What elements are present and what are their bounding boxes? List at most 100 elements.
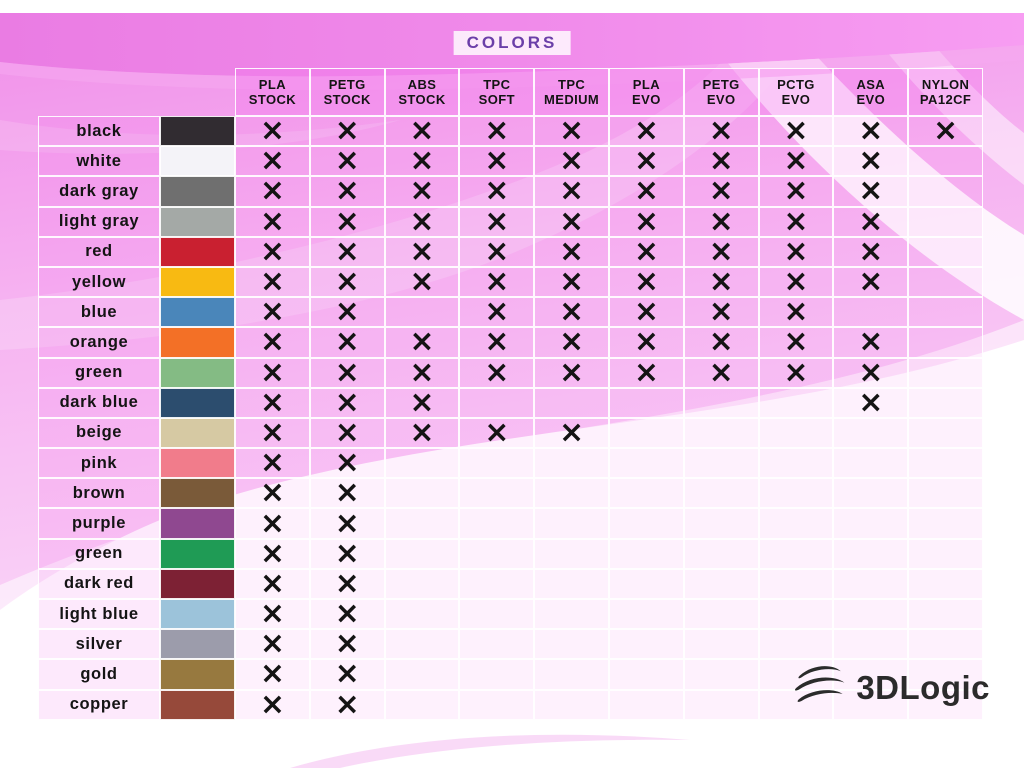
availability-cell	[759, 388, 834, 418]
availability-cell	[459, 478, 534, 508]
availability-cell	[908, 146, 983, 176]
availability-cell: ×	[833, 327, 908, 357]
column-header-line: STOCK	[324, 92, 371, 107]
availability-cell: ×	[310, 267, 385, 297]
color-swatch-brown	[160, 478, 235, 508]
color-swatch-copper	[160, 690, 235, 720]
availability-cell	[459, 508, 534, 538]
availability-cell: ×	[310, 448, 385, 478]
availability-cell	[833, 569, 908, 599]
availability-cell: ×	[684, 176, 759, 206]
row-label-purple: purple	[38, 508, 160, 538]
availability-cell: ×	[534, 297, 609, 327]
availability-cell: ×	[459, 237, 534, 267]
availability-cell: ×	[310, 599, 385, 629]
availability-cell: ×	[459, 418, 534, 448]
row-label-orange: orange	[38, 327, 160, 357]
availability-cell	[534, 539, 609, 569]
availability-cell: ×	[459, 146, 534, 176]
availability-cell: ×	[235, 297, 310, 327]
availability-cell: ×	[310, 116, 385, 146]
availability-cell: ×	[833, 388, 908, 418]
availability-cell	[908, 478, 983, 508]
availability-cell	[609, 388, 684, 418]
availability-cell: ×	[310, 539, 385, 569]
availability-cell	[609, 569, 684, 599]
column-header-line: SOFT	[479, 92, 515, 107]
column-header-asa-evo: ASAEVO	[833, 68, 908, 116]
row-label-dark-gray: dark gray	[38, 176, 160, 206]
color-swatch-dark-red	[160, 569, 235, 599]
column-header-line: MEDIUM	[544, 92, 599, 107]
availability-cell: ×	[684, 207, 759, 237]
availability-cell: ×	[534, 146, 609, 176]
availability-cell	[609, 418, 684, 448]
availability-cell: ×	[459, 207, 534, 237]
availability-cell: ×	[534, 207, 609, 237]
row-label-copper: copper	[38, 690, 160, 720]
availability-cell: ×	[385, 267, 460, 297]
availability-cell: ×	[235, 599, 310, 629]
availability-cell	[534, 508, 609, 538]
color-availability-table: PLASTOCKPETGSTOCKABSSTOCKTPCSOFTTPCMEDIU…	[38, 68, 983, 720]
availability-cell: ×	[534, 418, 609, 448]
availability-cell	[908, 629, 983, 659]
availability-cell: ×	[534, 237, 609, 267]
availability-cell	[833, 478, 908, 508]
availability-cell	[759, 539, 834, 569]
column-header-abs-stock: ABSSTOCK	[385, 68, 460, 116]
header-spacer-swatch	[160, 68, 235, 116]
availability-cell: ×	[310, 659, 385, 689]
availability-cell: ×	[310, 297, 385, 327]
availability-cell: ×	[684, 267, 759, 297]
availability-cell	[684, 508, 759, 538]
availability-cell: ×	[833, 207, 908, 237]
availability-cell: ×	[759, 176, 834, 206]
availability-cell	[833, 418, 908, 448]
brand-logo: 3DLogic	[791, 662, 990, 712]
availability-cell	[833, 539, 908, 569]
row-label-light-blue: light blue	[38, 599, 160, 629]
row-label-red: red	[38, 237, 160, 267]
availability-cell: ×	[235, 629, 310, 659]
availability-cell	[459, 629, 534, 659]
color-swatch-black	[160, 116, 235, 146]
column-header-line: EVO	[707, 92, 736, 107]
availability-cell: ×	[235, 207, 310, 237]
availability-cell	[459, 599, 534, 629]
availability-cell: ×	[459, 327, 534, 357]
availability-cell: ×	[684, 237, 759, 267]
availability-cell: ×	[759, 358, 834, 388]
page-title: COLORS	[454, 31, 571, 55]
color-swatch-pink	[160, 448, 235, 478]
availability-cell: ×	[684, 116, 759, 146]
availability-cell	[459, 539, 534, 569]
availability-cell	[684, 418, 759, 448]
column-header-tpc-soft: TPCSOFT	[459, 68, 534, 116]
column-header-pla-stock: PLASTOCK	[235, 68, 310, 116]
availability-cell	[759, 569, 834, 599]
column-header-petg-evo: PETGEVO	[684, 68, 759, 116]
color-swatch-red	[160, 237, 235, 267]
availability-cell	[759, 599, 834, 629]
availability-cell	[459, 690, 534, 720]
availability-cell	[684, 388, 759, 418]
color-swatch-orange	[160, 327, 235, 357]
availability-cell	[385, 659, 460, 689]
color-swatch-dark-gray	[160, 176, 235, 206]
availability-cell: ×	[235, 448, 310, 478]
availability-cell: ×	[235, 327, 310, 357]
availability-cell	[459, 448, 534, 478]
column-header-line: EVO	[632, 92, 661, 107]
availability-cell	[609, 599, 684, 629]
row-label-green: green	[38, 358, 160, 388]
row-label-pink: pink	[38, 448, 160, 478]
availability-cell	[684, 599, 759, 629]
availability-cell	[534, 690, 609, 720]
availability-cell: ×	[310, 176, 385, 206]
availability-cell: ×	[235, 176, 310, 206]
column-header-line: PA12CF	[920, 92, 971, 107]
column-header-line: PLA	[633, 77, 660, 92]
availability-cell	[759, 418, 834, 448]
availability-cell	[609, 629, 684, 659]
